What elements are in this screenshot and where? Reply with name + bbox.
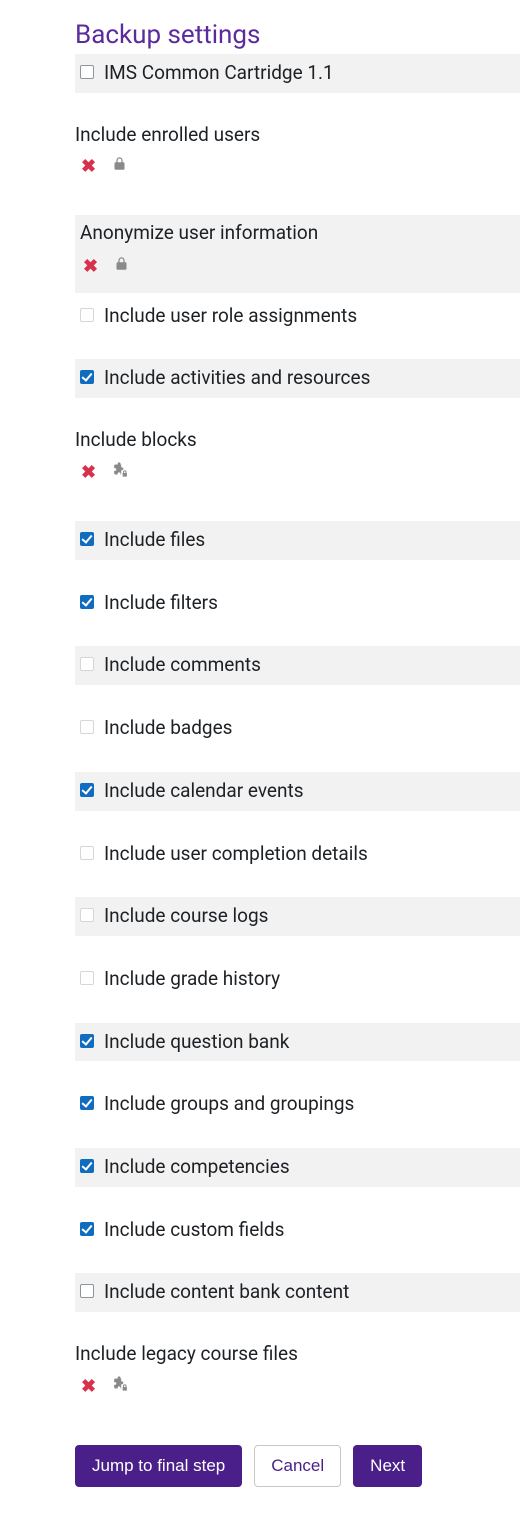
spacer — [75, 1312, 520, 1336]
jump-to-final-step-button[interactable]: Jump to final step — [75, 1445, 242, 1487]
checkbox-logs[interactable] — [80, 908, 94, 922]
checkbox-label: Include groups and groupings — [104, 1092, 354, 1117]
spacer — [75, 335, 520, 359]
setting-row-badges: Include badges — [75, 709, 520, 748]
spacer — [75, 622, 520, 646]
spacer — [75, 1061, 520, 1085]
checkbox-content[interactable] — [80, 1284, 94, 1298]
setting-row-question: Include question bank — [75, 1023, 520, 1062]
puzzle-lock-icon — [112, 1375, 129, 1397]
checkbox-label: Include activities and resources — [104, 366, 370, 391]
setting-row-calendar: Include calendar events — [75, 772, 520, 811]
setting-row-groups: Include groups and groupings — [75, 1085, 520, 1124]
checkbox-groups[interactable] — [80, 1096, 94, 1110]
spacer — [75, 873, 520, 897]
button-bar: Jump to final step Cancel Next — [75, 1445, 520, 1487]
checkbox-question[interactable] — [80, 1034, 94, 1048]
spacer — [75, 936, 520, 960]
setting-row-filters: Include filters — [75, 584, 520, 623]
setting-row-custom: Include custom fields — [75, 1211, 520, 1250]
checkbox-custom[interactable] — [80, 1222, 94, 1236]
setting-row-comments: Include comments — [75, 646, 520, 685]
setting-row-grade: Include grade history — [75, 960, 520, 999]
next-button[interactable]: Next — [353, 1445, 422, 1487]
checkbox-label: Include badges — [104, 716, 232, 741]
spacer — [75, 685, 520, 709]
checkbox-competencies[interactable] — [80, 1159, 94, 1173]
spacer — [75, 191, 520, 215]
spacer — [75, 560, 520, 584]
backup-settings-form: Backup settings IMS Common Cartridge 1.1… — [0, 0, 520, 1527]
checkbox-files[interactable] — [80, 532, 94, 546]
setting-row-competencies: Include competencies — [75, 1148, 520, 1187]
x-icon: ✖ — [81, 462, 96, 483]
spacer — [75, 93, 520, 117]
checkbox-label: Include content bank content — [104, 1280, 349, 1305]
checkbox-completion[interactable] — [80, 846, 94, 860]
spacer — [75, 999, 520, 1023]
checkbox-ims[interactable] — [80, 65, 94, 79]
spacer — [75, 398, 520, 422]
setting-row-logs: Include course logs — [75, 897, 520, 936]
checkbox-label: Include files — [104, 528, 205, 553]
setting-row-completion: Include user completion details — [75, 835, 520, 874]
settings-list: IMS Common Cartridge 1.1 Include enrolled… — [75, 54, 520, 1411]
x-icon: ✖ — [81, 1376, 96, 1397]
checkbox-label: Include filters — [104, 591, 218, 616]
status-row-enrolled-status: ✖ — [75, 150, 520, 191]
checkbox-label: Include user role assignments — [104, 304, 357, 329]
spacer — [75, 1187, 520, 1211]
checkbox-comments[interactable] — [80, 657, 94, 671]
checkbox-label: Include user completion details — [104, 842, 368, 867]
checkbox-label: IMS Common Cartridge 1.1 — [104, 61, 334, 86]
spacer — [75, 811, 520, 835]
checkbox-label: Include custom fields — [104, 1218, 284, 1243]
checkbox-filters[interactable] — [80, 595, 94, 609]
x-icon: ✖ — [83, 256, 98, 277]
spacer — [75, 497, 520, 521]
puzzle-lock-icon — [112, 461, 129, 483]
status-row-legacy-status: ✖ — [75, 1369, 520, 1411]
checkbox-label: Include course logs — [104, 904, 268, 929]
status-row-blocks-status: ✖ — [75, 455, 520, 497]
setting-row-ims: IMS Common Cartridge 1.1 — [75, 54, 520, 93]
checkbox-activities[interactable] — [80, 370, 94, 384]
checkbox-label: Include grade history — [104, 967, 280, 992]
checkbox-label: Include question bank — [104, 1030, 289, 1055]
setting-row-activities: Include activities and resources — [75, 359, 520, 398]
setting-label-enrolled-label: Include enrolled users — [75, 117, 520, 150]
checkbox-grade[interactable] — [80, 971, 94, 985]
lock-icon — [114, 256, 129, 276]
checkbox-label: Include competencies — [104, 1155, 290, 1180]
checkbox-label: Include calendar events — [104, 779, 304, 804]
checkbox-label: Include comments — [104, 653, 261, 678]
cancel-button[interactable]: Cancel — [254, 1445, 341, 1487]
spacer — [75, 1249, 520, 1273]
checkbox-badges[interactable] — [80, 720, 94, 734]
x-icon: ✖ — [81, 156, 96, 177]
setting-row-files: Include files — [75, 521, 520, 560]
checkbox-calendar[interactable] — [80, 783, 94, 797]
setting-row-role: Include user role assignments — [75, 297, 520, 336]
setting-row-content: Include content bank content — [75, 1273, 520, 1312]
checkbox-role[interactable] — [80, 308, 94, 322]
page-title: Backup settings — [75, 20, 520, 50]
spacer — [75, 748, 520, 772]
lock-icon — [112, 156, 127, 176]
setting-label-anon-label: Anonymize user information — [75, 215, 520, 248]
status-row-anon-status: ✖ — [75, 248, 520, 293]
setting-label-legacy-label: Include legacy course files — [75, 1336, 520, 1369]
setting-label-blocks-label: Include blocks — [75, 422, 520, 455]
spacer — [75, 1124, 520, 1148]
